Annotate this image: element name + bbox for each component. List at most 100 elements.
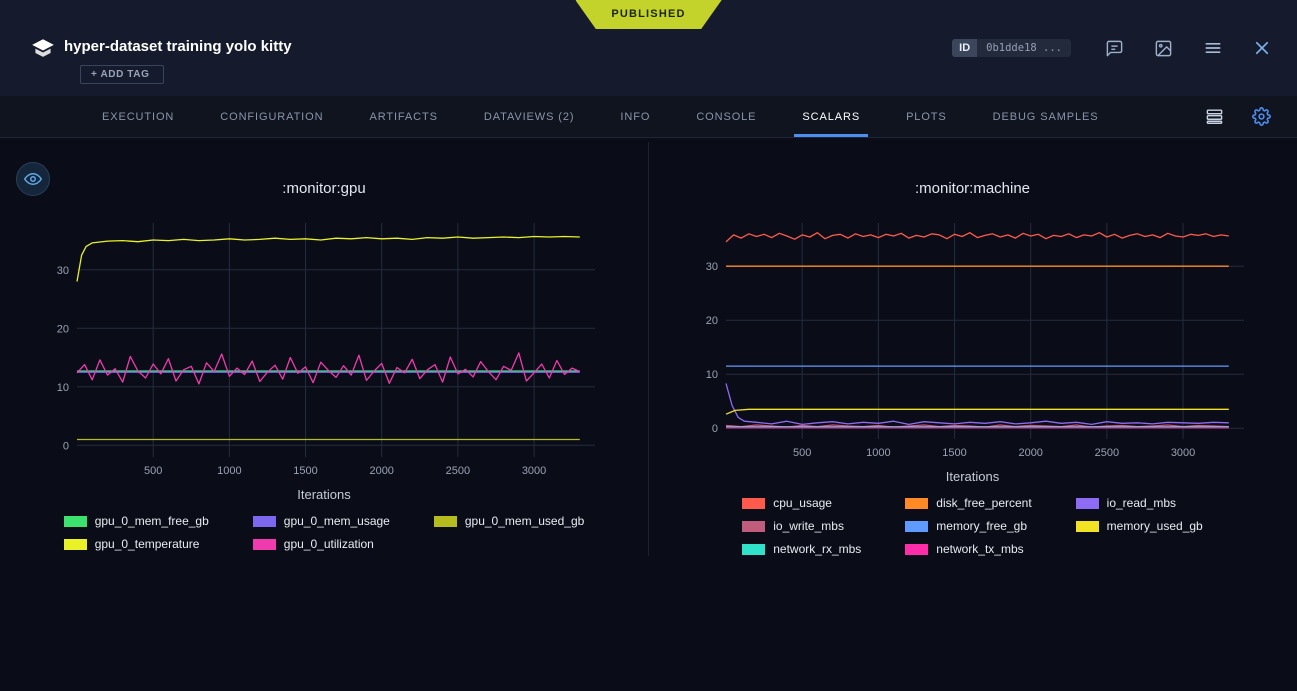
app-root: PUBLISHED hyper-dataset training yolo ki… xyxy=(0,0,1297,556)
machine-x-axis-label: Iterations xyxy=(946,469,999,484)
legend-swatch xyxy=(905,521,928,532)
tabbar: EXECUTION CONFIGURATION ARTIFACTS DATAVIEWS… xyxy=(0,96,1297,138)
svg-text:30: 30 xyxy=(705,261,717,273)
tab-artifacts[interactable]: ARTIFACTS xyxy=(369,96,437,137)
svg-text:500: 500 xyxy=(792,447,810,459)
legend-item-memory-free-gb[interactable]: memory_free_gb xyxy=(905,519,1031,533)
svg-text:1000: 1000 xyxy=(217,465,241,477)
legend-item-gpu-0-utilization[interactable]: gpu_0_utilization xyxy=(253,537,390,551)
published-ribbon: PUBLISHED xyxy=(575,0,721,29)
charts-row: :monitor:gpu 0 10 20 30 500 1000 1500 2000 2500 3… xyxy=(0,142,1297,556)
legend-item-gpu-0-mem-free-gb[interactable]: gpu_0_mem_free_gb xyxy=(64,514,209,528)
legend-label: gpu_0_mem_usage xyxy=(284,514,390,528)
experiment-title: hyper-dataset training yolo kitty xyxy=(64,38,292,55)
scalars-content: :monitor:gpu 0 10 20 30 500 1000 1500 2000 2500 3… xyxy=(0,142,1297,556)
eye-icon xyxy=(24,170,42,188)
legend-item-memory-used-gb[interactable]: memory_used_gb xyxy=(1076,519,1203,533)
gpu-chart-panel: :monitor:gpu 0 10 20 30 500 1000 1500 2000 2500 3… xyxy=(0,142,648,556)
legend-label: gpu_0_utilization xyxy=(284,537,374,551)
svg-text:10: 10 xyxy=(705,369,717,381)
id-label: ID xyxy=(952,39,977,57)
hide-plots-eye-button[interactable] xyxy=(16,162,50,196)
tabs: EXECUTION CONFIGURATION ARTIFACTS DATAVIEWS… xyxy=(102,96,1098,137)
svg-text:1500: 1500 xyxy=(942,447,966,459)
legend-swatch xyxy=(742,544,765,555)
tabbar-icons xyxy=(1205,107,1271,126)
legend-label: cpu_usage xyxy=(773,496,832,510)
tab-console[interactable]: CONSOLE xyxy=(696,96,756,137)
legend-label: network_tx_mbs xyxy=(936,542,1023,556)
tab-execution[interactable]: EXECUTION xyxy=(102,96,174,137)
id-value: 0b1dde18 ... xyxy=(977,39,1071,57)
legend-item-gpu-0-temperature[interactable]: gpu_0_temperature xyxy=(64,537,209,551)
legend-item-gpu-0-mem-used-gb[interactable]: gpu_0_mem_used_gb xyxy=(434,514,584,528)
settings-gear-icon[interactable] xyxy=(1252,107,1271,126)
legend-label: network_rx_mbs xyxy=(773,542,861,556)
legend-swatch xyxy=(742,498,765,509)
legend-swatch xyxy=(253,539,276,550)
experiment-id-badge[interactable]: ID 0b1dde18 ... xyxy=(952,39,1071,57)
legend-swatch xyxy=(434,516,457,527)
svg-text:2500: 2500 xyxy=(446,465,470,477)
svg-text:10: 10 xyxy=(57,382,69,394)
legend-label: gpu_0_mem_free_gb xyxy=(95,514,209,528)
machine-chart-legend: cpu_usage disk_free_percent io_read_mbs io_… xyxy=(742,496,1202,556)
legend-label: gpu_0_temperature xyxy=(95,537,200,551)
add-tag-button[interactable]: + ADD TAG xyxy=(80,65,164,84)
svg-text:3000: 3000 xyxy=(522,465,546,477)
menu-icon[interactable] xyxy=(1203,38,1223,58)
svg-text:500: 500 xyxy=(144,465,162,477)
header: PUBLISHED hyper-dataset training yolo ki… xyxy=(0,0,1297,138)
legend-swatch xyxy=(64,516,87,527)
svg-text:20: 20 xyxy=(57,323,69,335)
legend-label: gpu_0_mem_used_gb xyxy=(465,514,584,528)
legend-label: memory_used_gb xyxy=(1107,519,1203,533)
tab-dataviews-2[interactable]: DATAVIEWS (2) xyxy=(484,96,575,137)
legend-swatch xyxy=(905,498,928,509)
machine-chart-panel: :monitor:machine 0 10 20 30 500 1000 1500 2000 2… xyxy=(648,142,1296,556)
legend-label: io_read_mbs xyxy=(1107,496,1176,510)
legend-item-io-read-mbs[interactable]: io_read_mbs xyxy=(1076,496,1203,510)
svg-text:0: 0 xyxy=(711,423,717,435)
legend-swatch xyxy=(742,521,765,532)
legend-swatch xyxy=(1076,498,1099,509)
legend-item-disk-free-percent[interactable]: disk_free_percent xyxy=(905,496,1031,510)
svg-text:2000: 2000 xyxy=(369,465,393,477)
table-view-icon[interactable] xyxy=(1205,107,1224,126)
tab-info[interactable]: INFO xyxy=(620,96,650,137)
machine-chart-title: :monitor:machine xyxy=(915,180,1030,197)
machine-chart-plot[interactable]: 0 10 20 30 500 1000 1500 2000 2500 3000 xyxy=(690,213,1256,465)
tab-debug-samples[interactable]: DEBUG SAMPLES xyxy=(993,96,1099,137)
clearml-logo-icon xyxy=(30,36,56,62)
legend-item-gpu-0-mem-usage[interactable]: gpu_0_mem_usage xyxy=(253,514,390,528)
svg-text:3000: 3000 xyxy=(1170,447,1194,459)
gpu-chart-title: :monitor:gpu xyxy=(282,180,365,197)
gpu-chart-plot[interactable]: 0 10 20 30 500 1000 1500 2000 2500 3000 xyxy=(41,213,607,483)
legend-item-io-write-mbs[interactable]: io_write_mbs xyxy=(742,519,861,533)
legend-swatch xyxy=(1076,521,1099,532)
legend-item-network-tx-mbs[interactable]: network_tx_mbs xyxy=(905,542,1031,556)
svg-text:2500: 2500 xyxy=(1094,447,1118,459)
gpu-x-axis-label: Iterations xyxy=(297,487,350,502)
legend-label: io_write_mbs xyxy=(773,519,844,533)
legend-item-cpu-usage[interactable]: cpu_usage xyxy=(742,496,861,510)
header-actions: ID 0b1dde18 ... xyxy=(952,38,1271,58)
svg-text:1500: 1500 xyxy=(293,465,317,477)
legend-label: memory_free_gb xyxy=(936,519,1027,533)
image-preview-icon[interactable] xyxy=(1154,39,1173,58)
close-icon[interactable] xyxy=(1253,39,1271,57)
comments-icon[interactable] xyxy=(1105,39,1124,58)
svg-text:1000: 1000 xyxy=(866,447,890,459)
published-label: PUBLISHED xyxy=(611,8,685,20)
title-block: hyper-dataset training yolo kitty + ADD … xyxy=(64,30,292,84)
svg-text:30: 30 xyxy=(57,265,69,277)
tab-plots[interactable]: PLOTS xyxy=(906,96,947,137)
legend-item-network-rx-mbs[interactable]: network_rx_mbs xyxy=(742,542,861,556)
tab-scalars[interactable]: SCALARS xyxy=(802,96,860,137)
svg-text:0: 0 xyxy=(63,440,69,452)
svg-text:2000: 2000 xyxy=(1018,447,1042,459)
legend-swatch xyxy=(64,539,87,550)
tab-configuration[interactable]: CONFIGURATION xyxy=(220,96,323,137)
svg-text:20: 20 xyxy=(705,315,717,327)
gpu-chart-legend: gpu_0_mem_free_gb gpu_0_mem_usage gpu_0_me… xyxy=(64,514,585,551)
